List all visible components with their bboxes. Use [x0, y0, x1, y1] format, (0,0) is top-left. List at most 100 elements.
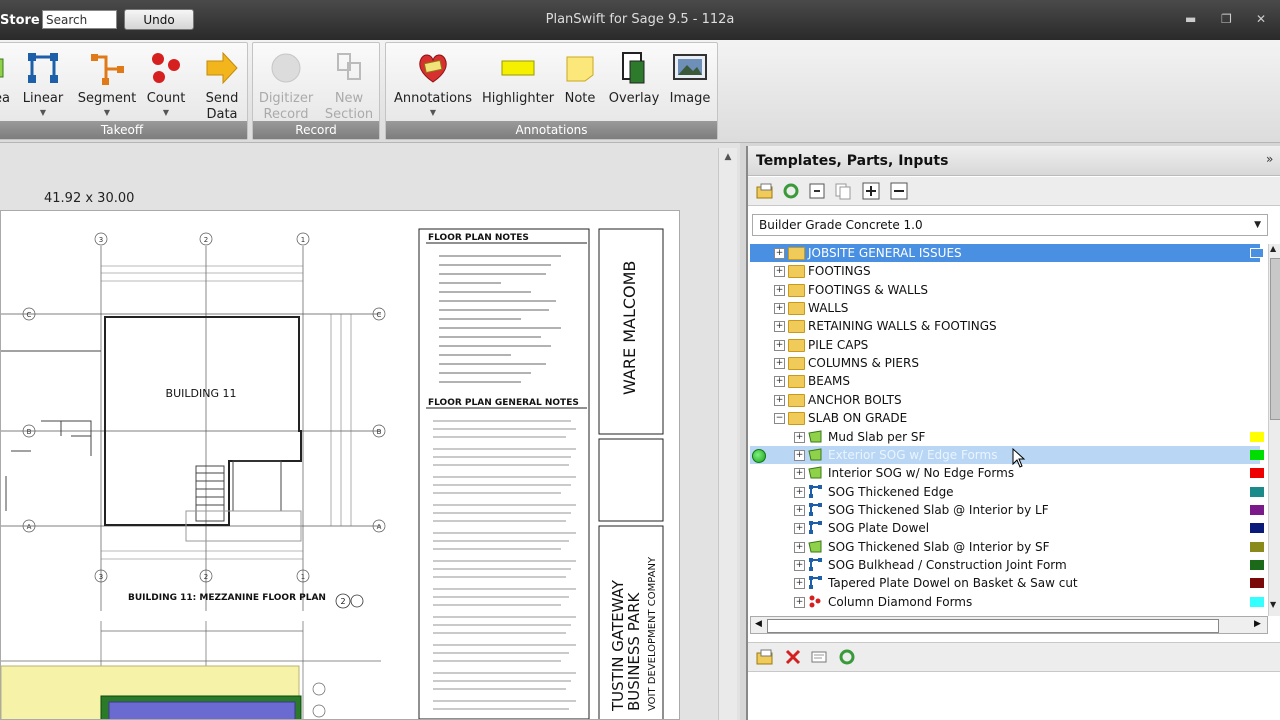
- digitizer-record-button[interactable]: Digitizer Record: [257, 51, 315, 123]
- color-swatch[interactable]: [1250, 248, 1264, 258]
- segment-button[interactable]: Segment ▼: [77, 51, 137, 117]
- expand-icon[interactable]: +: [774, 284, 785, 296]
- expand-icon[interactable]: +: [794, 449, 805, 461]
- tree-folder-item[interactable]: + JOBSITE GENERAL ISSUES: [750, 244, 1264, 262]
- annotations-button[interactable]: Annotations ▼: [394, 51, 472, 117]
- minimize-icon[interactable]: ▬: [1185, 12, 1196, 26]
- count-icon: [808, 595, 822, 608]
- takeoff-group-label: Takeoff: [0, 121, 247, 139]
- tree-folder-item[interactable]: + BEAMS: [750, 372, 1260, 390]
- expand-icon[interactable]: +: [794, 541, 805, 553]
- color-swatch[interactable]: [1250, 486, 1264, 497]
- tree-folder-item[interactable]: + FOOTINGS & WALLS: [750, 281, 1260, 299]
- expand-icon[interactable]: +: [774, 358, 785, 370]
- scroll-down-icon[interactable]: ▼: [1270, 600, 1279, 612]
- tree-folder-item[interactable]: + RETAINING WALLS & FOOTINGS: [750, 317, 1260, 335]
- scroll-right-icon[interactable]: ▶: [1254, 619, 1261, 629]
- expand-all-icon[interactable]: [862, 182, 880, 200]
- move-icon[interactable]: [808, 182, 826, 200]
- plan-sheet[interactable]: 321 CC BB AA 321 BUILDING 11 BUILDING 11…: [0, 210, 680, 720]
- tree-horizontal-scrollbar[interactable]: ◀ ▶: [750, 616, 1268, 634]
- tree-item-label: SOG Thickened Edge: [828, 484, 954, 499]
- note-button[interactable]: Note: [560, 51, 600, 107]
- color-swatch[interactable]: [1250, 468, 1264, 479]
- overlay-button[interactable]: Overlay: [608, 51, 660, 107]
- image-button[interactable]: Image: [666, 51, 714, 107]
- expand-icon[interactable]: +: [794, 486, 805, 498]
- tree-folder-item[interactable]: − SLAB ON GRADE: [750, 409, 1260, 427]
- tree-folder-item[interactable]: + FOOTINGS: [750, 262, 1260, 280]
- linear-button[interactable]: Linear ▼: [21, 51, 65, 117]
- expand-icon[interactable]: +: [774, 394, 785, 406]
- tree-scrollbar[interactable]: ▲ ▼: [1268, 244, 1280, 616]
- scroll-up-icon[interactable]: ▲: [722, 152, 734, 164]
- expand-icon[interactable]: +: [794, 431, 805, 443]
- tree-folder-item[interactable]: + COLUMNS & PIERS: [750, 354, 1260, 372]
- open-folder-icon[interactable]: [756, 648, 774, 666]
- open-folder-icon[interactable]: [756, 182, 774, 200]
- copy-icon[interactable]: [834, 182, 852, 200]
- highlighter-button[interactable]: Highlighter: [482, 51, 554, 107]
- tree-scroll-thumb[interactable]: [1270, 258, 1280, 420]
- color-swatch[interactable]: [1250, 504, 1264, 515]
- tree-part-item[interactable]: + SOG Thickened Slab @ Interior by LF: [750, 501, 1264, 519]
- expand-icon[interactable]: +: [794, 596, 805, 608]
- hscroll-thumb[interactable]: [767, 619, 1219, 633]
- collapse-icon[interactable]: −: [774, 413, 785, 425]
- collapse-all-icon[interactable]: [890, 182, 908, 200]
- expand-icon[interactable]: +: [794, 578, 805, 590]
- send-data-button[interactable]: Send Data: [199, 51, 245, 123]
- drawing-canvas[interactable]: 41.92 x 30.00 321 CC BB AA 3 2 1 BUILDIN…: [0, 143, 740, 720]
- tree-part-item[interactable]: + Column Diamond Forms: [750, 593, 1264, 611]
- properties-icon[interactable]: [810, 648, 828, 666]
- tree-item-label: WALLS: [808, 301, 849, 316]
- color-swatch[interactable]: [1250, 596, 1264, 607]
- tree-part-item[interactable]: + SOG Bulkhead / Construction Joint Form: [750, 556, 1264, 574]
- scroll-left-icon[interactable]: ◀: [755, 619, 762, 629]
- linear-icon: [808, 502, 822, 516]
- scroll-up-icon[interactable]: ▲: [1270, 244, 1279, 256]
- tree-folder-item[interactable]: + WALLS: [750, 299, 1260, 317]
- image-icon: [673, 51, 707, 85]
- color-swatch[interactable]: [1250, 523, 1264, 534]
- close-icon[interactable]: ✕: [1256, 12, 1266, 26]
- refresh-icon[interactable]: [782, 182, 800, 200]
- color-swatch[interactable]: [1250, 559, 1264, 570]
- tree-folder-item[interactable]: + PILE CAPS: [750, 336, 1260, 354]
- tree-part-item[interactable]: + Tapered Plate Dowel on Basket & Saw cut: [750, 574, 1264, 592]
- expand-icon[interactable]: +: [774, 248, 785, 259]
- template-select-value: Builder Grade Concrete 1.0: [759, 218, 923, 232]
- color-swatch[interactable]: [1250, 431, 1264, 442]
- area-button[interactable]: ea: [0, 51, 15, 107]
- expand-icon[interactable]: +: [794, 559, 805, 571]
- tree-part-item[interactable]: + Exterior SOG w/ Edge Forms: [750, 445, 1264, 464]
- count-label: Count: [146, 91, 186, 106]
- color-swatch[interactable]: [1250, 449, 1264, 460]
- tree-folder-item[interactable]: + ANCHOR BOLTS: [750, 391, 1260, 409]
- tree-part-item[interactable]: + SOG Thickened Slab @ Interior by SF: [750, 538, 1264, 556]
- collapse-panel-icon[interactable]: »: [1266, 152, 1273, 166]
- color-swatch[interactable]: [1250, 541, 1264, 552]
- count-button[interactable]: Count ▼: [141, 51, 191, 117]
- expand-icon[interactable]: +: [774, 303, 785, 315]
- canvas-scrollbar[interactable]: ▲: [718, 148, 737, 720]
- maximize-icon[interactable]: ❐: [1221, 12, 1232, 26]
- svg-text:A: A: [377, 523, 382, 531]
- expand-icon[interactable]: +: [774, 376, 785, 388]
- tree-part-item[interactable]: + Mud Slab per SF: [750, 428, 1264, 446]
- tree-part-item[interactable]: + SOG Plate Dowel: [750, 519, 1264, 537]
- expand-icon[interactable]: +: [774, 266, 785, 278]
- delete-icon[interactable]: [784, 648, 802, 666]
- expand-icon[interactable]: +: [794, 504, 805, 516]
- expand-icon[interactable]: +: [794, 523, 805, 535]
- svg-text:3: 3: [99, 236, 103, 244]
- refresh-icon[interactable]: [838, 648, 856, 666]
- expand-icon[interactable]: +: [774, 339, 785, 351]
- new-section-button[interactable]: New Section: [321, 51, 377, 123]
- expand-icon[interactable]: +: [774, 321, 785, 333]
- tree-part-item[interactable]: + SOG Thickened Edge: [750, 483, 1264, 501]
- color-swatch[interactable]: [1250, 578, 1264, 589]
- expand-icon[interactable]: +: [794, 468, 805, 480]
- tree-part-item[interactable]: + Interior SOG w/ No Edge Forms: [750, 464, 1264, 482]
- template-select[interactable]: Builder Grade Concrete 1.0 ▼: [752, 214, 1268, 236]
